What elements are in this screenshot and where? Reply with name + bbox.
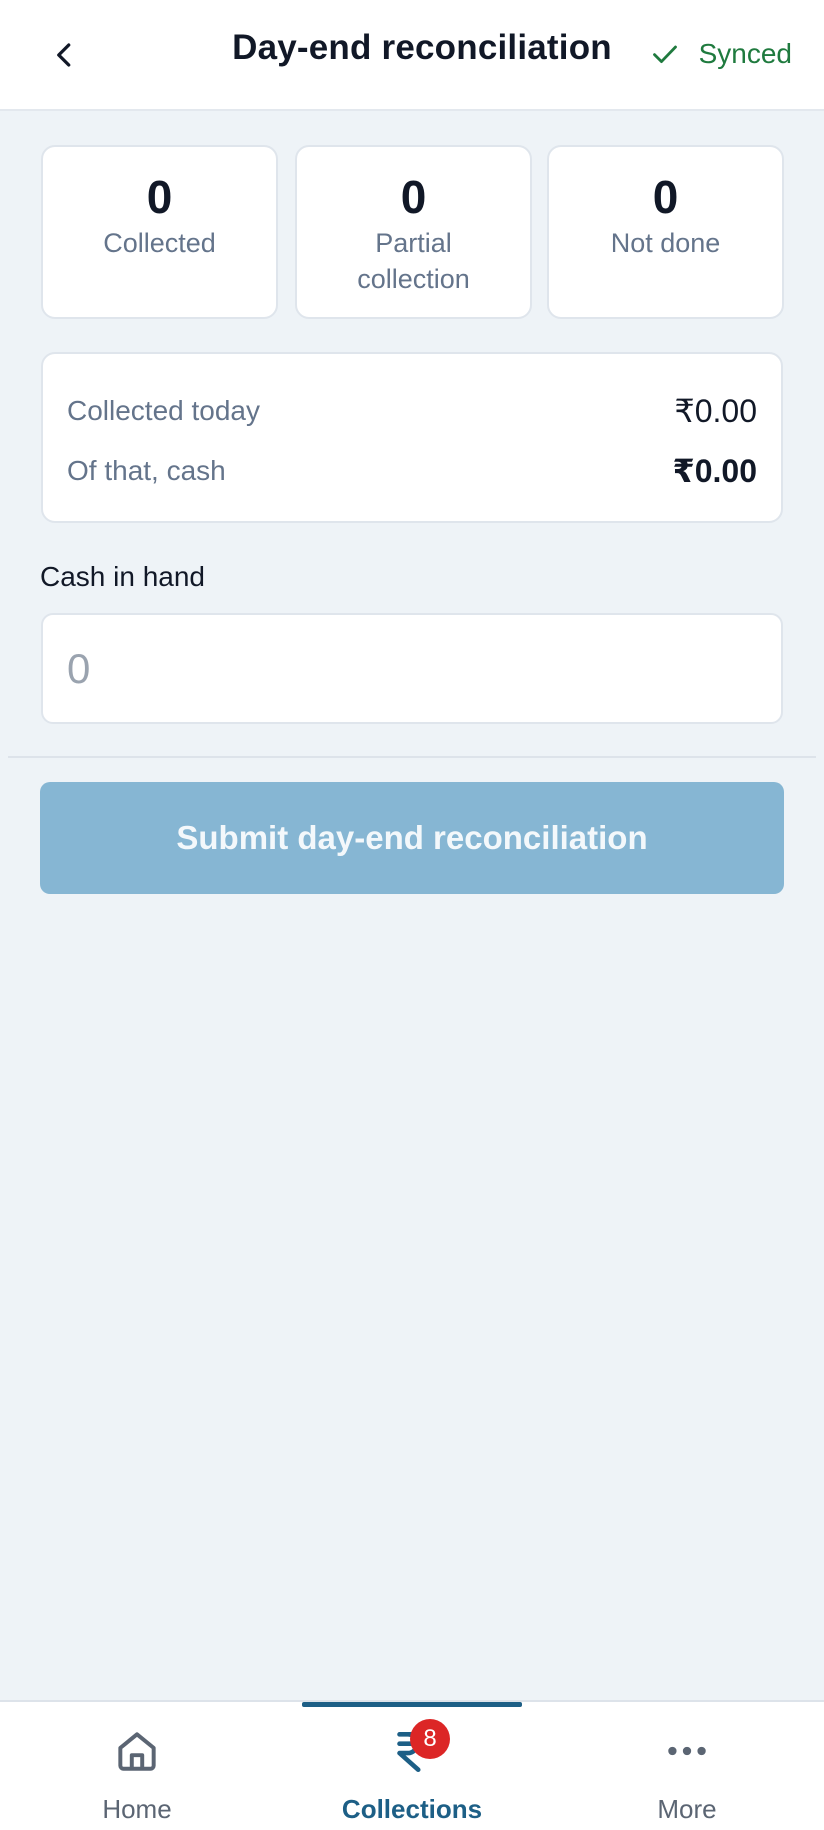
stat-value: 0 — [400, 171, 427, 223]
stat-label: Partial collection — [357, 228, 470, 295]
sync-status: Synced — [651, 38, 792, 70]
submit-reconciliation-button[interactable]: Submit day-end reconciliation — [40, 782, 784, 894]
app-header: Day-end reconciliation Synced — [0, 0, 824, 111]
bottom-nav: Home Collections 8 More — [0, 1700, 824, 1830]
stat-card-not-done: 0 Not done — [547, 145, 784, 319]
nav-label-more: More — [657, 1794, 717, 1824]
summary-card: Collected today ₹0.00 Of that, cash ₹0.0… — [41, 352, 783, 523]
collected-today-label: Collected today — [67, 395, 261, 426]
stat-value: 0 — [146, 171, 173, 223]
stat-label: Not done — [610, 228, 721, 259]
nav-label-home: Home — [102, 1794, 172, 1824]
cash-value: ₹0.00 — [672, 453, 757, 489]
divider — [8, 756, 816, 758]
cash-row: Of that, cash ₹0.00 — [67, 452, 757, 490]
cash-in-hand-label: Cash in hand — [40, 561, 206, 592]
nav-label-collections: Collections — [341, 1794, 483, 1824]
nav-item-collections[interactable]: Collections — [302, 1702, 522, 1830]
nav-item-more[interactable]: More — [577, 1702, 797, 1830]
stat-label: Collected — [103, 228, 216, 259]
home-icon — [118, 1732, 156, 1771]
nav-item-home[interactable]: Home — [27, 1702, 247, 1830]
more-dots-icon — [668, 1746, 706, 1756]
sync-status-label: Synced — [698, 38, 792, 69]
stat-card-collected: 0 Collected — [41, 145, 278, 319]
cash-in-hand-input[interactable] — [41, 613, 783, 724]
cash-label: Of that, cash — [67, 455, 226, 486]
stat-value: 0 — [652, 171, 679, 223]
stat-card-partial: 0 Partial collection — [295, 145, 532, 319]
check-icon — [652, 45, 677, 63]
collected-today-value: ₹0.00 — [674, 393, 757, 429]
collections-badge: 8 — [410, 1719, 450, 1759]
collected-today-row: Collected today ₹0.00 — [67, 392, 757, 430]
